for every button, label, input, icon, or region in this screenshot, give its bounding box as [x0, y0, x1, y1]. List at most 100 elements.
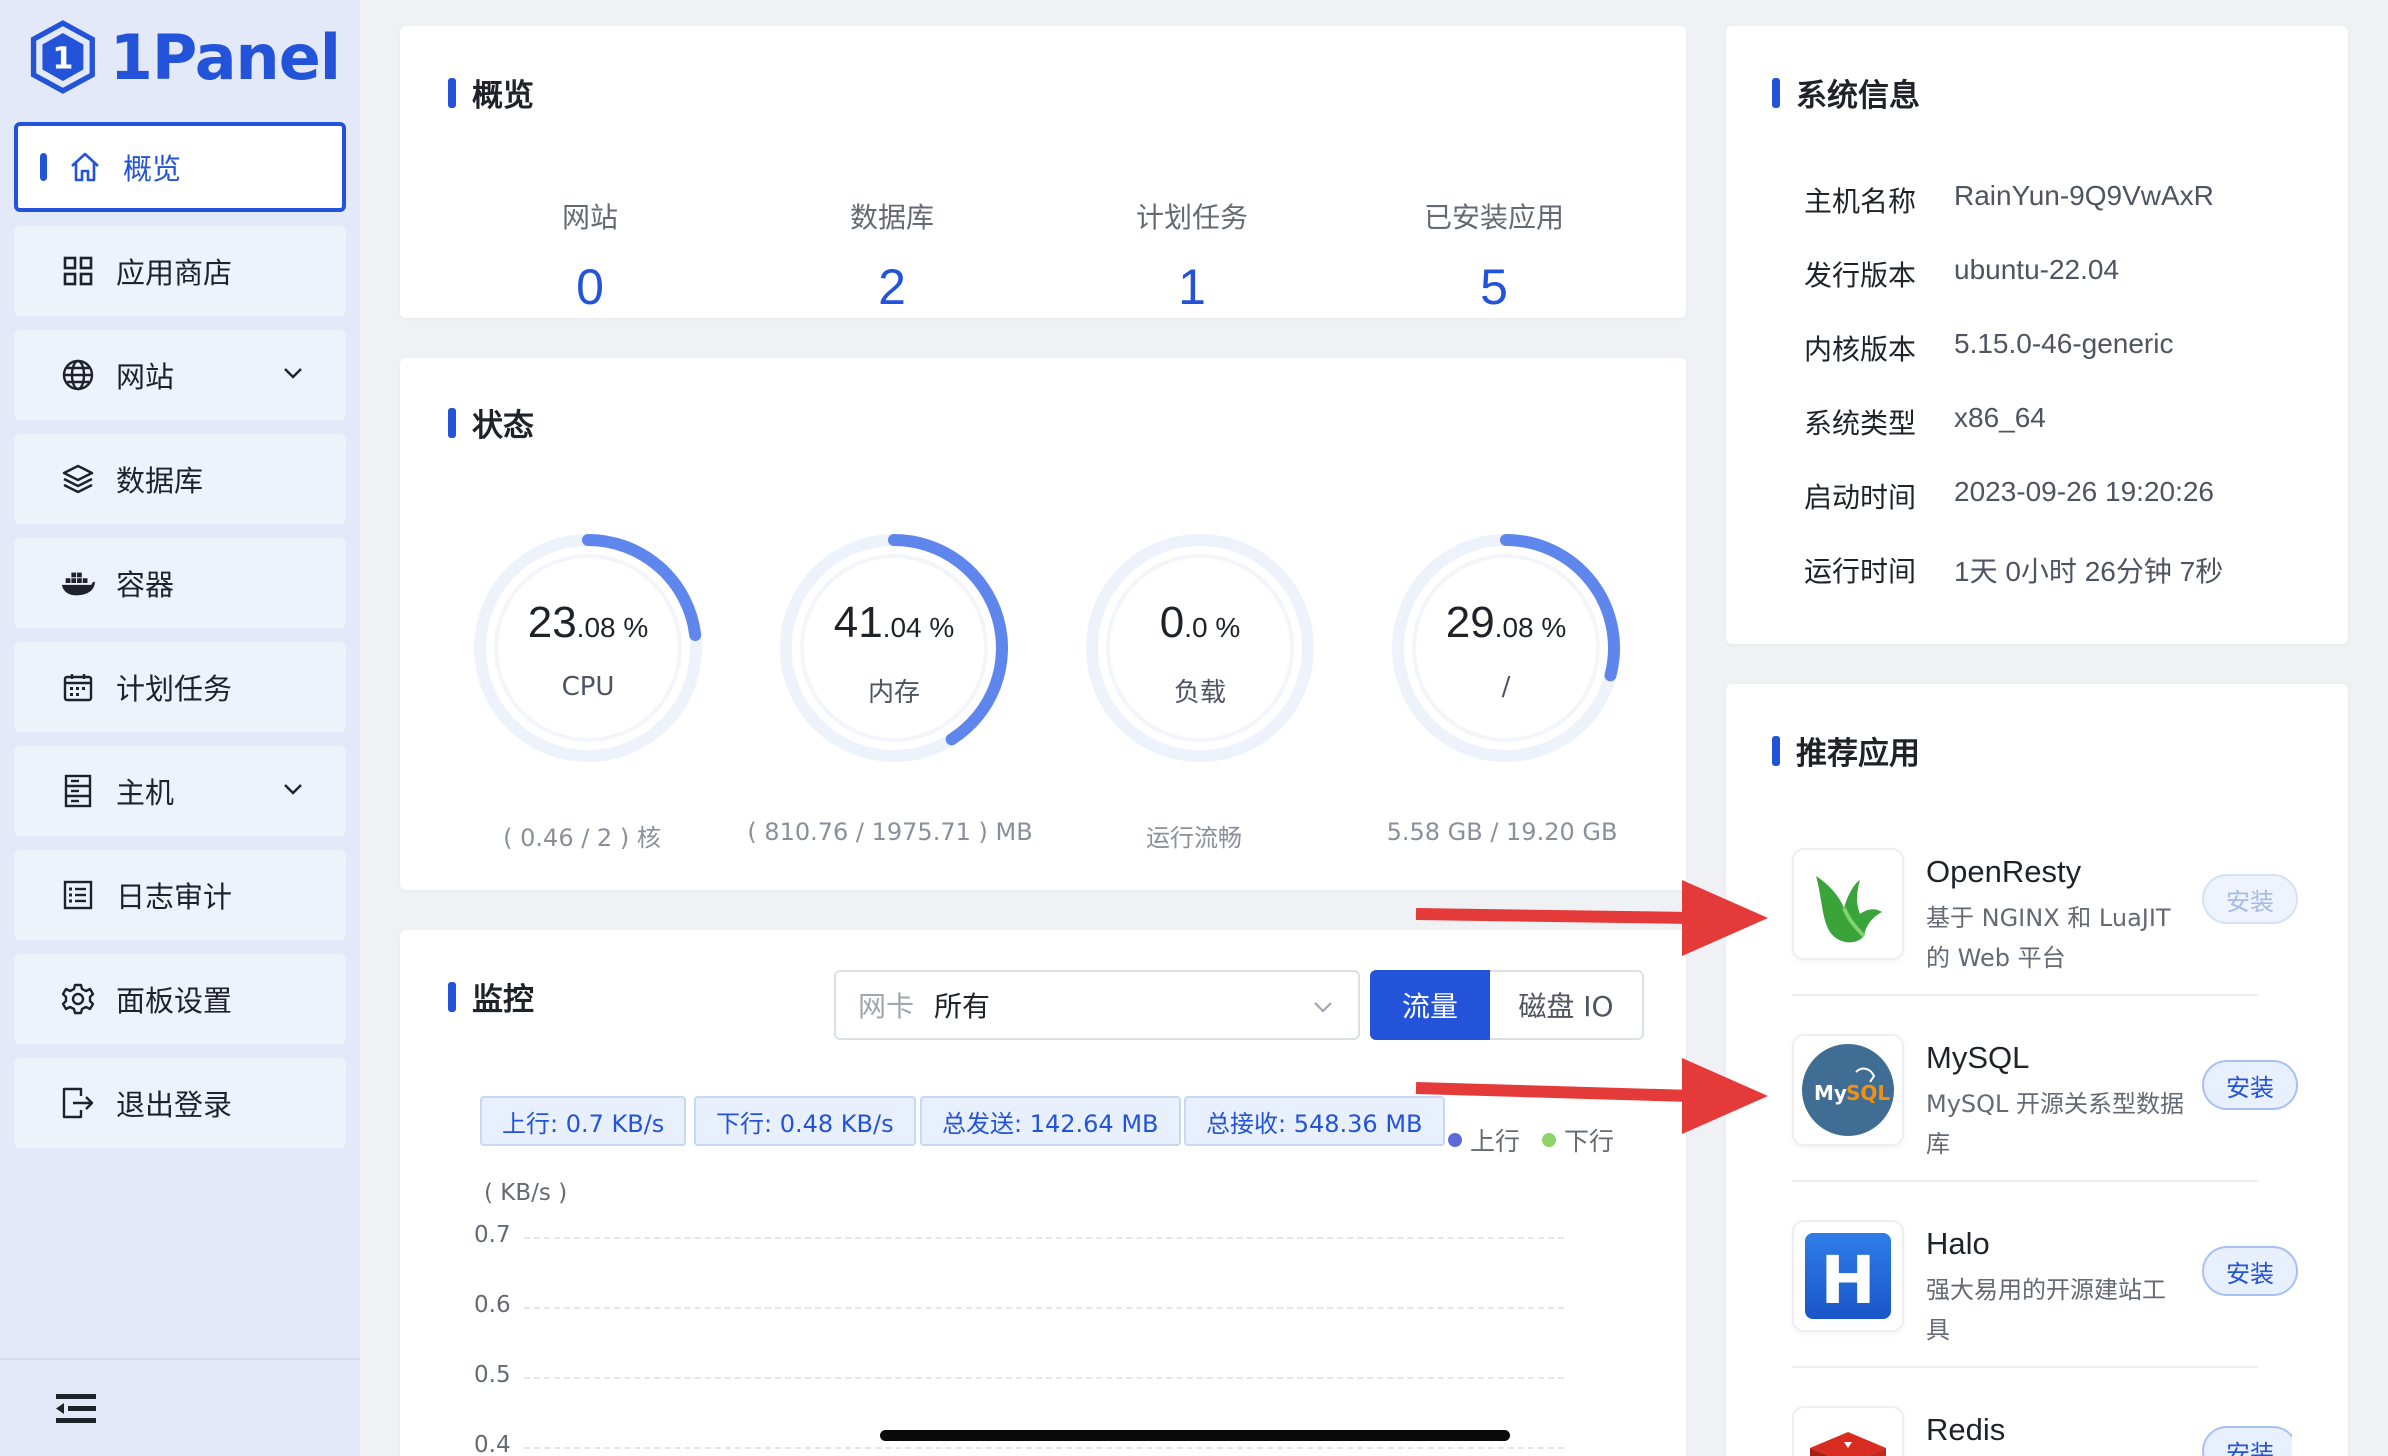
cpu-gauge[interactable]: 23.08 % CPU [468, 528, 708, 768]
install-button[interactable]: 安装 [2202, 1426, 2292, 1456]
stat-value: 5 [1480, 259, 1508, 315]
sidebar-item-website[interactable]: 网站 [14, 330, 346, 420]
info-row-distro: 发行版本 ubuntu-22.04 [1804, 254, 2119, 294]
host-icon [60, 773, 96, 809]
title-accent-bar [448, 981, 456, 1012]
load-gauge[interactable]: 0.0 % 负载 [1080, 528, 1320, 768]
install-button[interactable]: 安装 [2202, 874, 2298, 924]
gauge-ring [780, 534, 1008, 762]
system-info-title: 系统信息 [1772, 70, 1920, 115]
sidebar-item-settings[interactable]: 面板设置 [14, 954, 346, 1044]
grid-line [524, 1237, 1564, 1239]
annotation-arrow-icon [1415, 1058, 1768, 1134]
svg-text:SQL: SQL [1846, 1081, 1890, 1105]
logo-icon: 1 [30, 20, 95, 94]
stat-installed-apps[interactable]: 已安装应用 5 [1374, 196, 1614, 316]
app-mysql[interactable]: My SQL MySQL MySQL 开源关系型数据库 安装 [1792, 1034, 2298, 1174]
sidebar-item-overview[interactable]: 概览 [14, 122, 346, 212]
stat-label: 已安装应用 [1423, 201, 1564, 234]
app-name: Redis [1926, 1412, 2006, 1447]
title-accent-bar [1772, 77, 1780, 108]
stat-cron-jobs[interactable]: 计划任务 1 [1072, 196, 1312, 316]
halo-icon: H [1792, 1220, 1904, 1332]
install-button[interactable]: 安装 [2202, 1060, 2298, 1110]
sidebar-item-logs[interactable]: 日志审计 [14, 850, 346, 940]
monitor-title: 监控 [448, 974, 534, 1019]
info-key: 主机名称 [1804, 185, 1917, 218]
app-redis[interactable]: Redis 安装 [1792, 1406, 2292, 1456]
sidebar-item-container[interactable]: 容器 [14, 538, 346, 628]
recommended-title: 推荐应用 [1772, 728, 1920, 773]
home-indicator [880, 1430, 1510, 1441]
sidebar-item-database[interactable]: 数据库 [14, 434, 346, 524]
sidebar-item-label: 日志审计 [116, 880, 233, 914]
sidebar-item-label: 概览 [123, 152, 182, 186]
stat-databases[interactable]: 数据库 2 [772, 196, 1012, 316]
info-key: 发行版本 [1804, 259, 1917, 292]
info-row-uptime: 运行时间 1天 0小时 26分钟 7秒 [1804, 550, 2223, 590]
app-name: Halo [1926, 1226, 1990, 1261]
svg-text:My: My [1814, 1081, 1847, 1105]
info-value: 1天 0小时 26分钟 7秒 [1954, 556, 2224, 587]
sidebar-item-host[interactable]: 主机 [14, 746, 346, 836]
tab-traffic[interactable]: 流量 [1370, 970, 1490, 1040]
y-tick: 0.7 [474, 1222, 511, 1248]
stat-value: 2 [878, 259, 906, 315]
app-desc: 强大易用的开源建站工具 [1926, 1276, 2166, 1344]
collapse-menu-icon[interactable] [56, 1392, 96, 1426]
gauge-ring [1086, 534, 1314, 762]
info-row-arch: 系统类型 x86_64 [1804, 402, 2046, 442]
app-name: 1Panel [109, 20, 341, 94]
stat-websites[interactable]: 网站 0 [470, 196, 710, 316]
total-received-tag: 总接收: 548.36 MB [1184, 1096, 1445, 1146]
app-name: OpenResty [1926, 854, 2082, 889]
chevron-down-icon [284, 784, 302, 795]
app-logo[interactable]: 1 1Panel [30, 14, 341, 100]
sidebar-item-label: 计划任务 [116, 672, 233, 706]
load-detail: 运行流畅 [1146, 824, 1242, 852]
sidebar-item-logout[interactable]: 退出登录 [14, 1058, 346, 1148]
app-openresty[interactable]: OpenResty 基于 NGINX 和 LuaJIT 的 Web 平台 安装 [1792, 848, 2298, 988]
app-desc: 基于 NGINX 和 LuaJIT 的 Web 平台 [1926, 904, 2171, 972]
log-icon [60, 877, 96, 913]
cpu-detail: ( 0.46 / 2 ) 核 [503, 824, 661, 852]
grid-line [524, 1447, 1564, 1449]
home-icon [67, 149, 103, 185]
nic-select-value: 所有 [934, 990, 991, 1023]
sidebar-item-label: 网站 [116, 360, 175, 394]
memory-detail: ( 810.76 / 1975.71 ) MB [747, 818, 1033, 846]
tab-disk-io[interactable]: 磁盘 IO [1490, 970, 1644, 1040]
memory-gauge[interactable]: 41.04 % 内存 [774, 528, 1014, 768]
calendar-icon [60, 669, 96, 705]
y-tick: 0.4 [474, 1432, 511, 1456]
y-tick: 0.5 [474, 1362, 511, 1388]
status-title: 状态 [448, 400, 534, 445]
gauge-name: 内存 [867, 678, 920, 708]
gauge-inner-ring [1412, 554, 1600, 742]
gear-icon [60, 981, 96, 1017]
stat-label: 数据库 [849, 201, 934, 234]
svg-text:H: H [1820, 1242, 1875, 1319]
sidebar-item-label: 应用商店 [116, 256, 233, 290]
app-halo[interactable]: H Halo 强大易用的开源建站工具 安装 [1792, 1220, 2298, 1360]
info-value: 2023-09-26 19:20:26 [1954, 476, 2214, 507]
title-accent-bar [1772, 735, 1780, 766]
openresty-icon [1792, 848, 1904, 960]
disk-gauge[interactable]: 29.08 % / [1386, 528, 1626, 768]
nic-select[interactable]: 网卡 所有 [834, 970, 1360, 1040]
gauge-inner-ring [494, 554, 682, 742]
grid-line [524, 1307, 1564, 1309]
gauge-name: CPU [561, 672, 615, 702]
globe-icon [60, 357, 96, 393]
apps-grid-icon [60, 253, 96, 289]
info-value: x86_64 [1954, 402, 2046, 433]
sidebar-item-app-store[interactable]: 应用商店 [14, 226, 346, 316]
stat-value: 1 [1178, 259, 1206, 315]
sidebar-item-cron[interactable]: 计划任务 [14, 642, 346, 732]
chevron-down-icon [284, 368, 302, 379]
grid-line [524, 1377, 1564, 1379]
gauge-name: 负载 [1173, 678, 1226, 708]
install-button[interactable]: 安装 [2202, 1246, 2298, 1296]
annotation-arrow-icon [1415, 880, 1768, 956]
gauge-value: 41.04 % [833, 598, 955, 647]
